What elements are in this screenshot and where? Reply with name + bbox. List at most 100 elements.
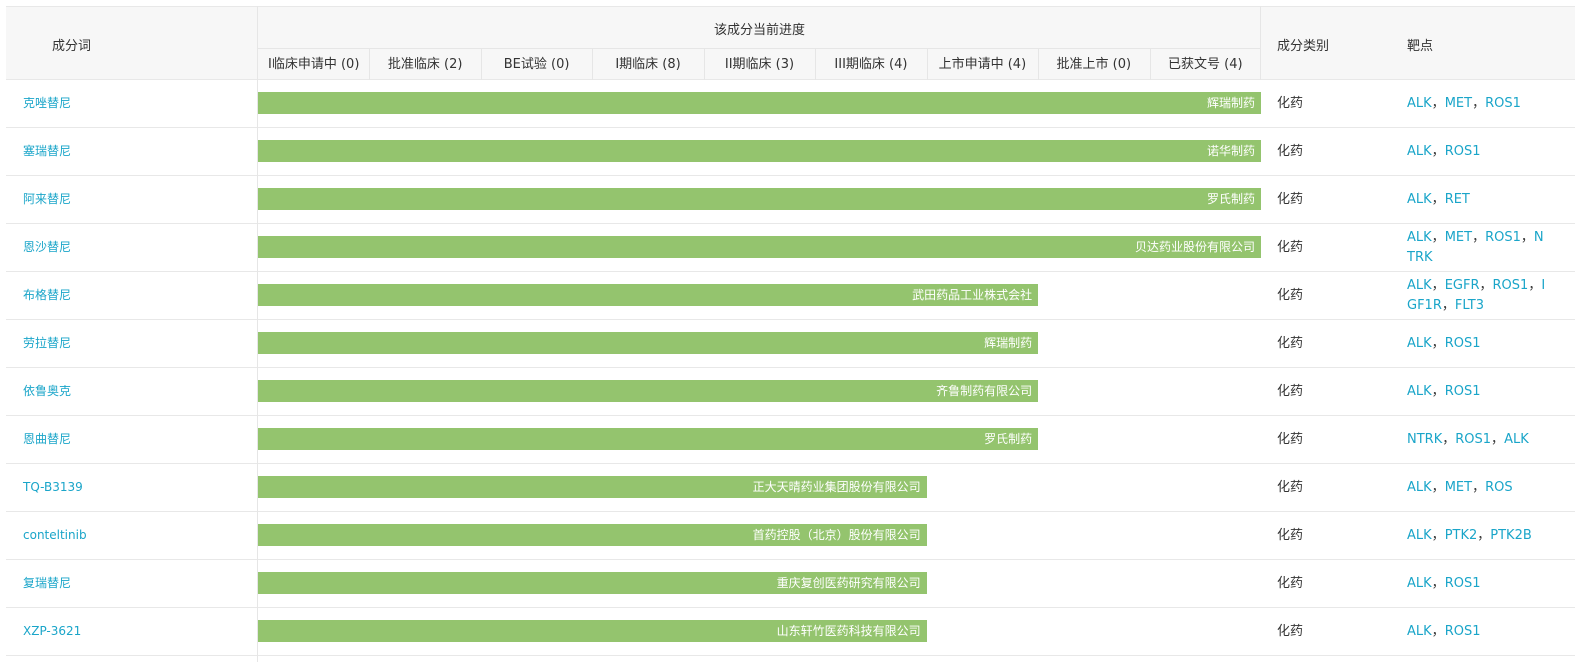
target-separator: ， [1472, 479, 1486, 495]
target-link[interactable]: EGFR [1445, 278, 1480, 293]
target-link[interactable]: ROS [1485, 480, 1513, 495]
ingredient-link[interactable]: TQ-B3139 [23, 464, 83, 511]
category-cell: 化药 [1277, 432, 1304, 447]
target-link[interactable]: ALK [1407, 480, 1432, 495]
target-link[interactable]: ROS1 [1485, 96, 1521, 111]
target-separator: ， [1431, 527, 1445, 543]
table-row: XZP-3621 山东轩竹医药科技有限公司 化药 ALK，ROS1 [6, 608, 1575, 656]
target-link[interactable]: ALK [1407, 278, 1432, 293]
stage-divider [815, 49, 817, 81]
target-separator: ， [1431, 575, 1445, 591]
targets-cell: ALK，PTK2，PTK2B [1407, 512, 1547, 559]
target-separator: ， [1431, 383, 1445, 399]
table-row: TQ-B3139 正大天晴药业集团股份有限公司 化药 ALK，MET，ROS [6, 464, 1575, 512]
target-separator: ， [1442, 431, 1456, 447]
ingredient-link[interactable]: 恩沙替尼 [23, 224, 71, 271]
target-link[interactable]: RET [1445, 192, 1470, 207]
category-cell: 化药 [1277, 576, 1304, 591]
target-separator: ， [1431, 623, 1445, 639]
target-link[interactable]: ROS1 [1445, 144, 1481, 159]
table-row: 劳拉替尼 辉瑞制药 化药 ALK，ROS1 [6, 320, 1575, 368]
category-cell: 化药 [1277, 192, 1304, 207]
progress-bar[interactable]: 辉瑞制药 [258, 92, 1261, 114]
progress-bar[interactable]: 重庆复创医药研究有限公司 [258, 572, 927, 594]
progress-bar[interactable]: 诺华制药 [258, 140, 1261, 162]
target-link[interactable]: FLT3 [1455, 298, 1484, 313]
target-link[interactable]: NTRK [1407, 432, 1442, 447]
progress-bar[interactable]: 罗氏制药 [258, 188, 1261, 210]
stage-divider [926, 49, 928, 81]
table-row: conteltinib 首药控股（北京）股份有限公司 化药 ALK，PTK2，PTK2… [6, 512, 1575, 560]
category-cell: 化药 [1277, 96, 1304, 111]
target-separator: ， [1520, 229, 1534, 245]
company-label: 贝达药业股份有限公司 [1134, 240, 1255, 254]
target-link[interactable]: ALK [1504, 432, 1529, 447]
ingredient-link[interactable]: 布格替尼 [23, 272, 71, 319]
target-separator: ， [1472, 95, 1486, 111]
target-link[interactable]: ALK [1407, 624, 1432, 639]
progress-bar[interactable]: 首药控股（北京）股份有限公司 [258, 524, 927, 546]
ingredient-link[interactable]: 复瑞替尼 [23, 560, 71, 607]
stage-divider [592, 49, 594, 81]
company-label: 罗氏制药 [1206, 192, 1255, 206]
table-row: 恩曲替尼 罗氏制药 化药 NTRK，ROS1，ALK [6, 416, 1575, 464]
ingredient-link[interactable]: 依鲁奥克 [23, 368, 71, 415]
target-link[interactable]: ALK [1407, 384, 1432, 399]
ingredient-link[interactable]: XZP-3621 [23, 608, 81, 655]
company-label: 罗氏制药 [984, 432, 1033, 446]
progress-bar[interactable]: 罗氏制药 [258, 428, 1039, 450]
target-link[interactable]: ALK [1407, 96, 1432, 111]
target-link[interactable]: ALK [1407, 528, 1432, 543]
target-link[interactable]: ROS1 [1485, 230, 1521, 245]
target-link[interactable]: ALK [1407, 576, 1432, 591]
ingredient-link[interactable]: conteltinib [23, 512, 87, 559]
target-link[interactable]: ALK [1407, 144, 1432, 159]
company-label: 辉瑞制药 [984, 336, 1033, 350]
targets-cell: ALK，RET [1407, 176, 1547, 223]
progress-bar[interactable]: 山东轩竹医药科技有限公司 [258, 620, 927, 642]
progress-bar[interactable]: 贝达药业股份有限公司 [258, 236, 1261, 258]
target-separator: ， [1491, 431, 1505, 447]
target-link[interactable]: ROS1 [1445, 384, 1481, 399]
stage-header: BE试验 (0) [503, 57, 570, 72]
company-label: 辉瑞制药 [1206, 96, 1255, 110]
ingredient-link[interactable]: 克唑替尼 [23, 80, 71, 127]
stage-divider [1038, 49, 1040, 81]
target-link[interactable]: MET [1445, 96, 1472, 111]
table-row: 阿来替尼 罗氏制药 化药 ALK，RET [6, 176, 1575, 224]
stage-divider [1149, 49, 1151, 81]
progress-bar[interactable]: 正大天晴药业集团股份有限公司 [258, 476, 927, 498]
target-link[interactable]: ALK [1407, 192, 1432, 207]
targets-cell: ALK，MET，ROS [1407, 464, 1547, 511]
ingredient-link[interactable]: 阿来替尼 [23, 176, 71, 223]
target-separator: ， [1431, 479, 1445, 495]
target-separator: ， [1528, 277, 1542, 293]
target-link[interactable]: ALK [1407, 336, 1432, 351]
progress-bar[interactable]: 辉瑞制药 [258, 332, 1039, 354]
targets-cell: ALK，ROS1 [1407, 560, 1547, 607]
table-header: 成分词 该成分当前进度 成分类别 靶点 I临床申请中 (0) 批准临床 (2) BE… [6, 6, 1575, 81]
target-separator: ， [1477, 527, 1491, 543]
target-link[interactable]: PTK2B [1490, 528, 1532, 543]
ingredient-link[interactable]: 塞瑞替尼 [23, 128, 71, 175]
progress-bar[interactable]: 齐鲁制药有限公司 [258, 380, 1039, 402]
stage-divider [480, 49, 482, 81]
ingredient-link[interactable]: 恩曲替尼 [23, 416, 71, 463]
header-ingredient: 成分词 [52, 39, 92, 54]
target-link[interactable]: ROS1 [1455, 432, 1491, 447]
target-link[interactable]: MET [1445, 480, 1472, 495]
target-link[interactable]: ROS1 [1445, 336, 1481, 351]
target-link[interactable]: MET [1445, 230, 1472, 245]
target-link[interactable]: PTK2 [1445, 528, 1478, 543]
target-link[interactable]: ROS1 [1445, 576, 1481, 591]
target-link[interactable]: ROS1 [1445, 624, 1481, 639]
column-divider [1260, 6, 1261, 80]
target-separator: ， [1431, 229, 1445, 245]
progress-bar[interactable]: 武田药品工业株式会社 [258, 284, 1039, 306]
target-separator: ， [1472, 229, 1486, 245]
target-link[interactable]: ROS1 [1493, 278, 1529, 293]
target-link[interactable]: ALK [1407, 230, 1432, 245]
stage-divider [703, 49, 705, 81]
stage-header: I期临床 (8) [615, 57, 681, 72]
ingredient-link[interactable]: 劳拉替尼 [23, 320, 71, 367]
